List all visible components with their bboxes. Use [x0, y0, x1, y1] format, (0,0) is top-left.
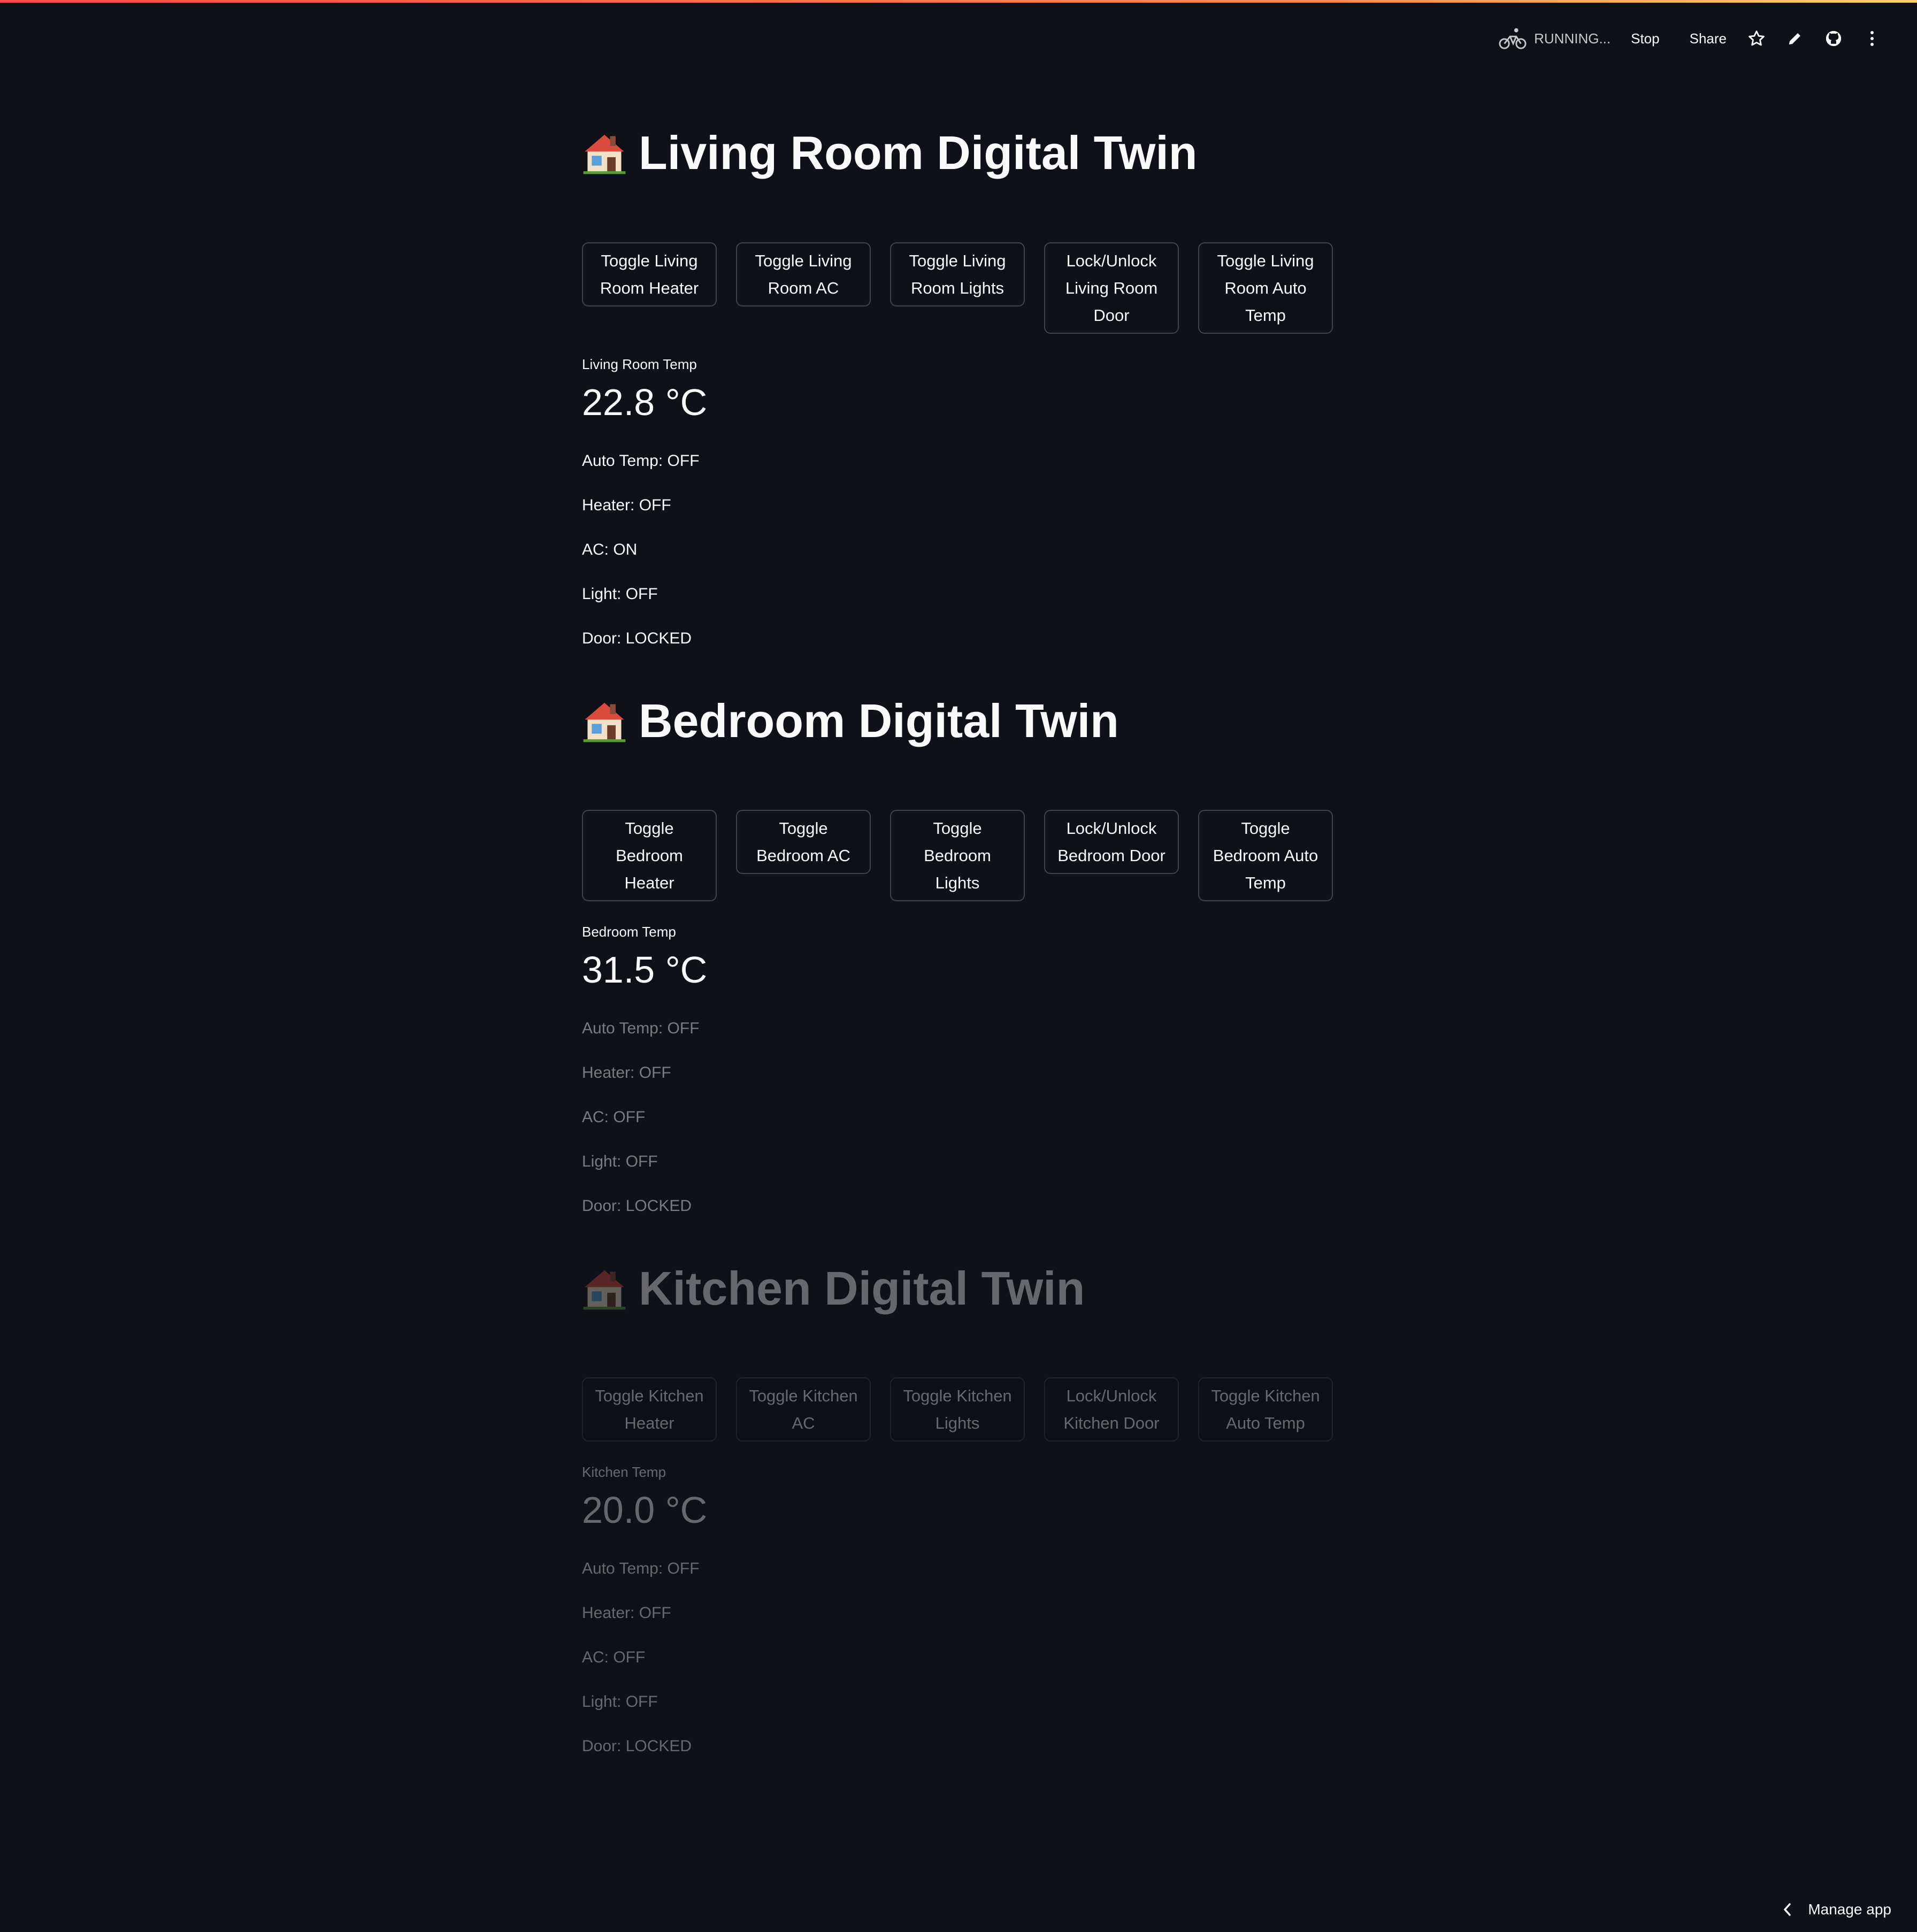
toggle-kitchen-heater-button[interactable]: Toggle Kitchen Heater: [582, 1377, 717, 1442]
manage-app-label: Manage app: [1808, 1901, 1891, 1918]
lock-unlock-bedroom-door-button[interactable]: Lock/Unlock Bedroom Door: [1044, 810, 1179, 874]
share-button[interactable]: Share: [1690, 30, 1727, 47]
more-vertical-icon[interactable]: [1858, 25, 1886, 52]
room-title-text: Bedroom Digital Twin: [639, 694, 1119, 747]
toggle-living-room-lights-button[interactable]: Toggle Living Room Lights: [890, 242, 1025, 306]
living-room-ac-status: AC: ON: [582, 541, 638, 558]
star-icon[interactable]: [1743, 25, 1770, 52]
kitchen-title: Kitchen Digital Twin: [582, 1262, 1085, 1315]
toggle-bedroom-ac-button[interactable]: Toggle Bedroom AC: [736, 810, 871, 874]
toggle-bedroom-heater-button[interactable]: Toggle Bedroom Heater: [582, 810, 717, 901]
manage-app-button[interactable]: Manage app: [1782, 1901, 1891, 1918]
chevron-left-icon: [1784, 1903, 1791, 1916]
toggle-living-room-auto-temp-button[interactable]: Toggle Living Room Auto Temp: [1198, 242, 1333, 334]
bedroom-light-status: Light: OFF: [582, 1153, 658, 1170]
kitchen-controls: Toggle Kitchen Heater Toggle Kitchen AC …: [582, 1377, 1352, 1442]
living-room-door-status: Door: LOCKED: [582, 630, 692, 647]
bedroom-door-status: Door: LOCKED: [582, 1197, 692, 1215]
living-room-heater-status: Heater: OFF: [582, 496, 671, 514]
kitchen-temp-value: 20.0 °C: [582, 1489, 708, 1531]
github-icon[interactable]: [1820, 25, 1847, 52]
app-toolbar: RUNNING... Stop Share: [1499, 25, 1886, 52]
toggle-living-room-ac-button[interactable]: Toggle Living Room AC: [736, 242, 871, 306]
house-icon: [583, 134, 626, 174]
toggle-living-room-heater-button[interactable]: Toggle Living Room Heater: [582, 242, 717, 306]
toggle-bedroom-auto-temp-button[interactable]: Toggle Bedroom Auto Temp: [1198, 810, 1333, 901]
room-title-text: Living Room Digital Twin: [639, 126, 1198, 179]
bedroom-temp-label: Bedroom Temp: [582, 924, 676, 940]
bedroom-controls: Toggle Bedroom Heater Toggle Bedroom AC …: [582, 810, 1352, 901]
bedroom-title: Bedroom Digital Twin: [582, 694, 1119, 748]
living-room-controls: Toggle Living Room Heater Toggle Living …: [582, 242, 1352, 334]
living-room-auto-temp-status: Auto Temp: OFF: [582, 452, 700, 470]
running-status: RUNNING...: [1534, 30, 1611, 47]
house-icon: [583, 1270, 626, 1310]
lock-unlock-living-room-door-button[interactable]: Lock/Unlock Living Room Door: [1044, 242, 1179, 334]
living-room-temp-value: 22.8 °C: [582, 381, 708, 423]
toggle-kitchen-auto-temp-button[interactable]: Toggle Kitchen Auto Temp: [1198, 1377, 1333, 1442]
kitchen-temp-label: Kitchen Temp: [582, 1464, 666, 1480]
stop-button[interactable]: Stop: [1631, 30, 1660, 47]
living-room-title: Living Room Digital Twin: [582, 126, 1198, 180]
toggle-kitchen-ac-button[interactable]: Toggle Kitchen AC: [736, 1377, 871, 1442]
bedroom-heater-status: Heater: OFF: [582, 1064, 671, 1082]
bedroom-ac-status: AC: OFF: [582, 1108, 646, 1126]
bedroom-auto-temp-status: Auto Temp: OFF: [582, 1019, 700, 1037]
running-bike-icon: [1499, 25, 1527, 52]
toggle-bedroom-lights-button[interactable]: Toggle Bedroom Lights: [890, 810, 1025, 901]
toggle-kitchen-lights-button[interactable]: Toggle Kitchen Lights: [890, 1377, 1025, 1442]
kitchen-light-status: Light: OFF: [582, 1693, 658, 1711]
room-title-text: Kitchen Digital Twin: [639, 1262, 1085, 1315]
bedroom-temp-value: 31.5 °C: [582, 949, 708, 991]
house-icon: [583, 702, 626, 742]
edit-pencil-icon[interactable]: [1781, 25, 1809, 52]
kitchen-heater-status: Heater: OFF: [582, 1604, 671, 1622]
kitchen-door-status: Door: LOCKED: [582, 1737, 692, 1755]
kitchen-auto-temp-status: Auto Temp: OFF: [582, 1560, 700, 1577]
lock-unlock-kitchen-door-button[interactable]: Lock/Unlock Kitchen Door: [1044, 1377, 1179, 1442]
top-progress-bar: [0, 0, 1917, 3]
living-room-temp-label: Living Room Temp: [582, 356, 697, 372]
living-room-light-status: Light: OFF: [582, 585, 658, 603]
kitchen-ac-status: AC: OFF: [582, 1649, 646, 1666]
